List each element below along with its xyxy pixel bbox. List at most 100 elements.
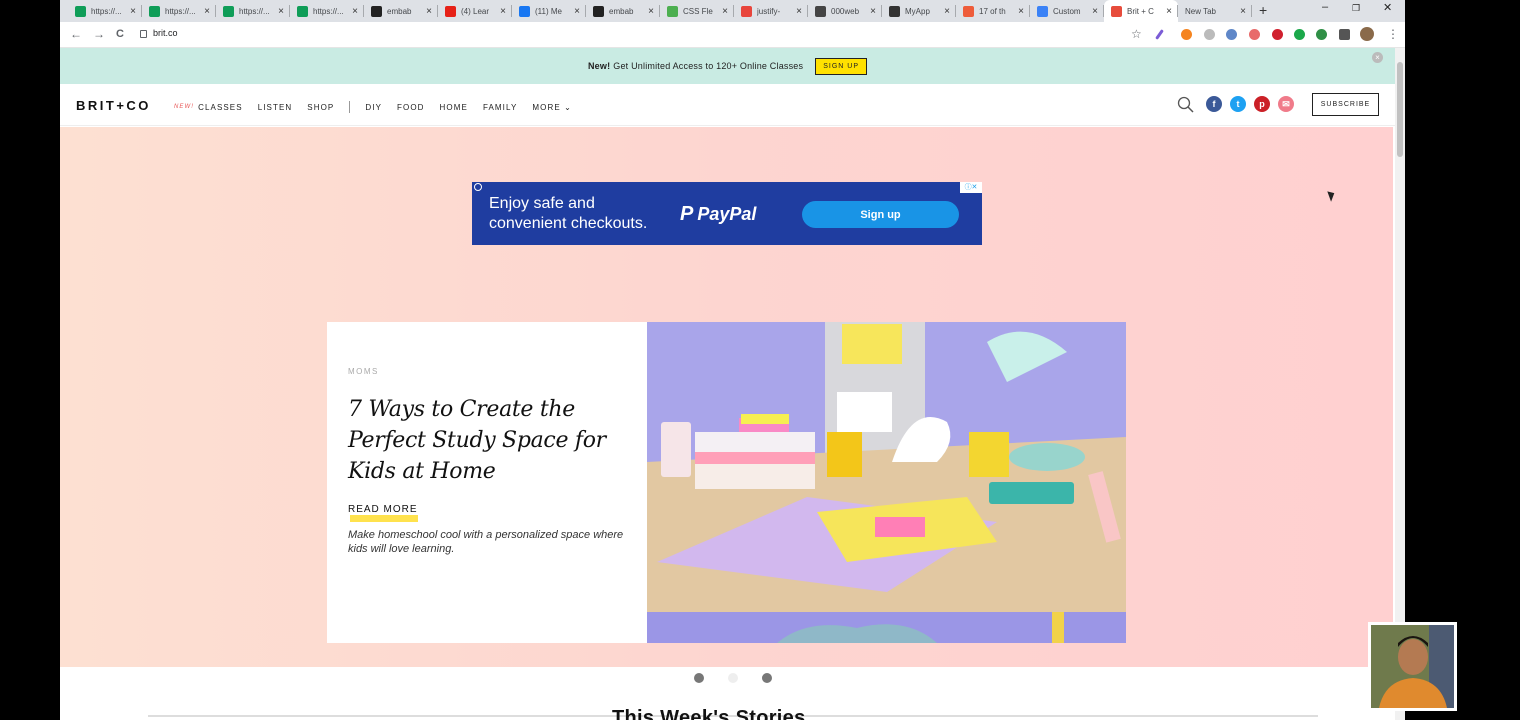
ci-extension-icon[interactable] [1204,29,1215,40]
tab-title: https://... [239,6,270,16]
address-bar[interactable]: brit.co [140,28,178,38]
study-space-photo[interactable] [647,322,1126,643]
pen-extension-icon[interactable] [1155,29,1164,40]
browser-tab[interactable]: MyApp × [882,0,956,22]
nav-item-classes[interactable]: CLASSES [198,103,243,112]
tab-close-icon[interactable]: × [1090,6,1100,17]
search-icon[interactable] [1177,96,1195,114]
browser-tab[interactable]: https://... × [142,0,216,22]
nav-item-shop[interactable]: SHOP [307,103,334,112]
facebook-icon[interactable]: f [1206,96,1222,112]
browser-tab[interactable]: embab × [586,0,660,22]
tab-close-icon[interactable]: × [646,6,656,17]
extension-icon[interactable] [1272,29,1283,40]
tab-close-icon[interactable]: × [424,6,434,17]
browser-tab[interactable]: justify- × [734,0,808,22]
tab-close-icon[interactable]: × [1238,6,1248,17]
tab-close-icon[interactable]: × [350,6,360,17]
featured-story-card[interactable]: MOMS 7 Ways to Create the Perfect Study … [327,322,647,643]
avatar[interactable] [1360,27,1374,41]
carousel-dot[interactable] [728,673,738,683]
main-menu: NEW! CLASSES LISTEN SHOP DIY FOOD HOME F… [174,101,587,113]
new-badge: NEW! [174,104,195,110]
browser-menu-icon[interactable]: ⋮ [1387,27,1399,41]
css-icon [667,5,678,17]
nav-item-diy[interactable]: DIY [365,103,382,112]
read-more-link[interactable]: READ MORE [348,504,418,515]
restore-button[interactable]: ❐ [1352,3,1360,14]
brit-icon [1111,5,1122,17]
tab-close-icon[interactable]: × [202,6,212,17]
webcam-overlay [1368,622,1457,711]
browser-tab[interactable]: 17 of th × [956,0,1030,22]
browser-tab[interactable]: https://... × [216,0,290,22]
tab-separator [1251,5,1252,17]
carousel-dot[interactable] [694,673,704,683]
tab-strip: + – ❐ ✕ https://... × https://... × https://… [60,0,1405,22]
carousel-dot[interactable] [762,673,772,683]
new-tab-button[interactable]: + [1259,2,1267,18]
tab-title: 17 of th [979,6,1006,16]
sheets-icon [75,5,86,17]
minimize-button[interactable]: – [1322,1,1328,13]
twitter-icon[interactable]: t [1230,96,1246,112]
browser-tab[interactable]: Brit + C × [1104,0,1178,22]
window-close-button[interactable]: ✕ [1383,1,1392,14]
extension-icon[interactable] [1316,29,1327,40]
story-category[interactable]: MOMS [348,367,379,376]
paypal-ad[interactable]: ⓘ✕ Enjoy safe and convenient checkouts. … [472,182,982,245]
site-logo[interactable]: BRIT+CO [76,98,151,113]
reload-button[interactable]: C [116,28,124,40]
browser-tab[interactable]: CSS Fle × [660,0,734,22]
pinterest-icon[interactable]: p [1254,96,1270,112]
tab-close-icon[interactable]: × [942,6,952,17]
browser-tab[interactable]: New Tab × [1178,0,1252,22]
browser-tab[interactable]: (4) Lear × [438,0,512,22]
nav-item-family[interactable]: FAMILY [483,103,517,112]
subscribe-button[interactable]: SUBSCRIBE [1312,93,1379,116]
nav-item-food[interactable]: FOOD [397,103,425,112]
browser-tab[interactable]: https://... × [68,0,142,22]
email-icon[interactable]: ✉ [1278,96,1294,112]
nav-item-home[interactable]: HOME [440,103,468,112]
tab-close-icon[interactable]: × [1164,6,1174,17]
tab-title: embab [609,6,634,16]
browser-tab[interactable]: embab × [364,0,438,22]
bookmark-star-icon[interactable]: ☆ [1131,27,1142,41]
adchoices-icon[interactable] [474,183,482,191]
promo-signup-button[interactable]: SIGN UP [815,57,868,75]
ad-close-button[interactable]: ⓘ✕ [960,182,982,193]
read-more-highlight [350,515,418,522]
webcam-feed [1371,625,1454,708]
ad-text-line1: Enjoy safe and [489,195,595,212]
extension-icon[interactable] [1249,29,1260,40]
ad-signup-button[interactable]: Sign up [802,201,959,228]
tab-close-icon[interactable]: × [868,6,878,17]
back-button[interactable]: ← [70,27,82,41]
nav-item-more[interactable]: MORE ⌄ [532,103,572,112]
extension-icon[interactable] [1294,29,1305,40]
tab-close-icon[interactable]: × [572,6,582,17]
tab-close-icon[interactable]: × [1016,6,1026,17]
tab-close-icon[interactable]: × [794,6,804,17]
metamask-extension-icon[interactable] [1181,29,1192,40]
tab-close-icon[interactable]: × [720,6,730,17]
extension-icon[interactable] [1226,29,1237,40]
forward-button[interactable]: → [93,27,105,41]
tab-close-icon[interactable]: × [498,6,508,17]
nav-item-listen[interactable]: LISTEN [258,103,293,112]
promo-bold: New! [587,61,611,71]
puzzle-icon[interactable] [1339,29,1350,40]
tab-title: CSS Fle [683,6,713,16]
browser-tab[interactable]: https://... × [290,0,364,22]
browser-tab[interactable]: Custom × [1030,0,1104,22]
scrollbar[interactable] [1395,48,1405,720]
tab-close-icon[interactable]: × [128,6,138,17]
close-icon[interactable]: × [1372,52,1383,63]
scrollbar-thumb[interactable] [1397,62,1403,157]
nav-divider [349,101,351,113]
tab-close-icon[interactable]: × [276,6,286,17]
story-headline[interactable]: 7 Ways to Create the Perfect Study Space… [348,394,628,487]
browser-tab[interactable]: 000web × [808,0,882,22]
browser-tab[interactable]: (11) Me × [512,0,586,22]
